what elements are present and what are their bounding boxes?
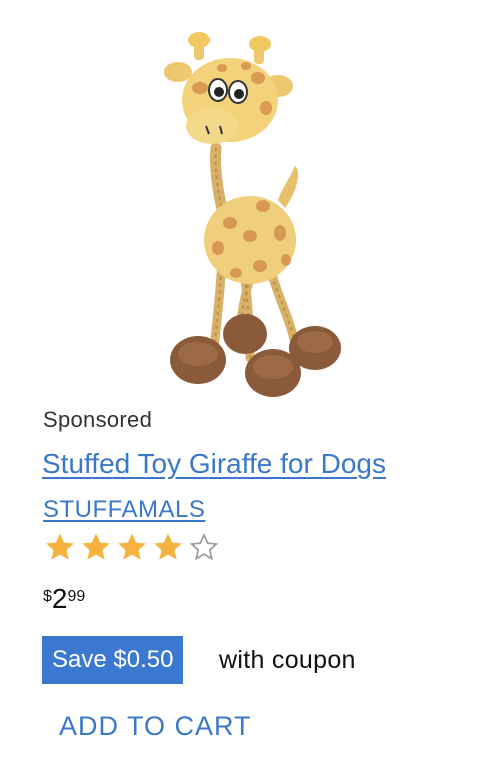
brand-link[interactable]: STUFFAMALS	[43, 496, 205, 524]
price-cents: 99	[67, 588, 86, 605]
star-icon	[46, 533, 74, 560]
star-rating	[43, 530, 221, 564]
add-to-cart-button[interactable]: ADD TO CART	[59, 711, 252, 742]
price-dollars: 2	[51, 583, 68, 614]
star-icon	[118, 533, 146, 560]
product-title-link[interactable]: Stuffed Toy Giraffe for Dogs	[42, 448, 386, 480]
price-currency: $	[43, 588, 52, 605]
price: $299	[43, 585, 85, 613]
star-icon	[82, 533, 110, 560]
product-image[interactable]	[150, 28, 350, 400]
coupon-badge[interactable]: Save $0.50	[42, 636, 184, 684]
coupon-text: with coupon	[219, 646, 356, 674]
sponsored-label: Sponsored	[43, 407, 153, 432]
star-outline-icon	[189, 533, 219, 561]
star-icon	[154, 533, 182, 560]
